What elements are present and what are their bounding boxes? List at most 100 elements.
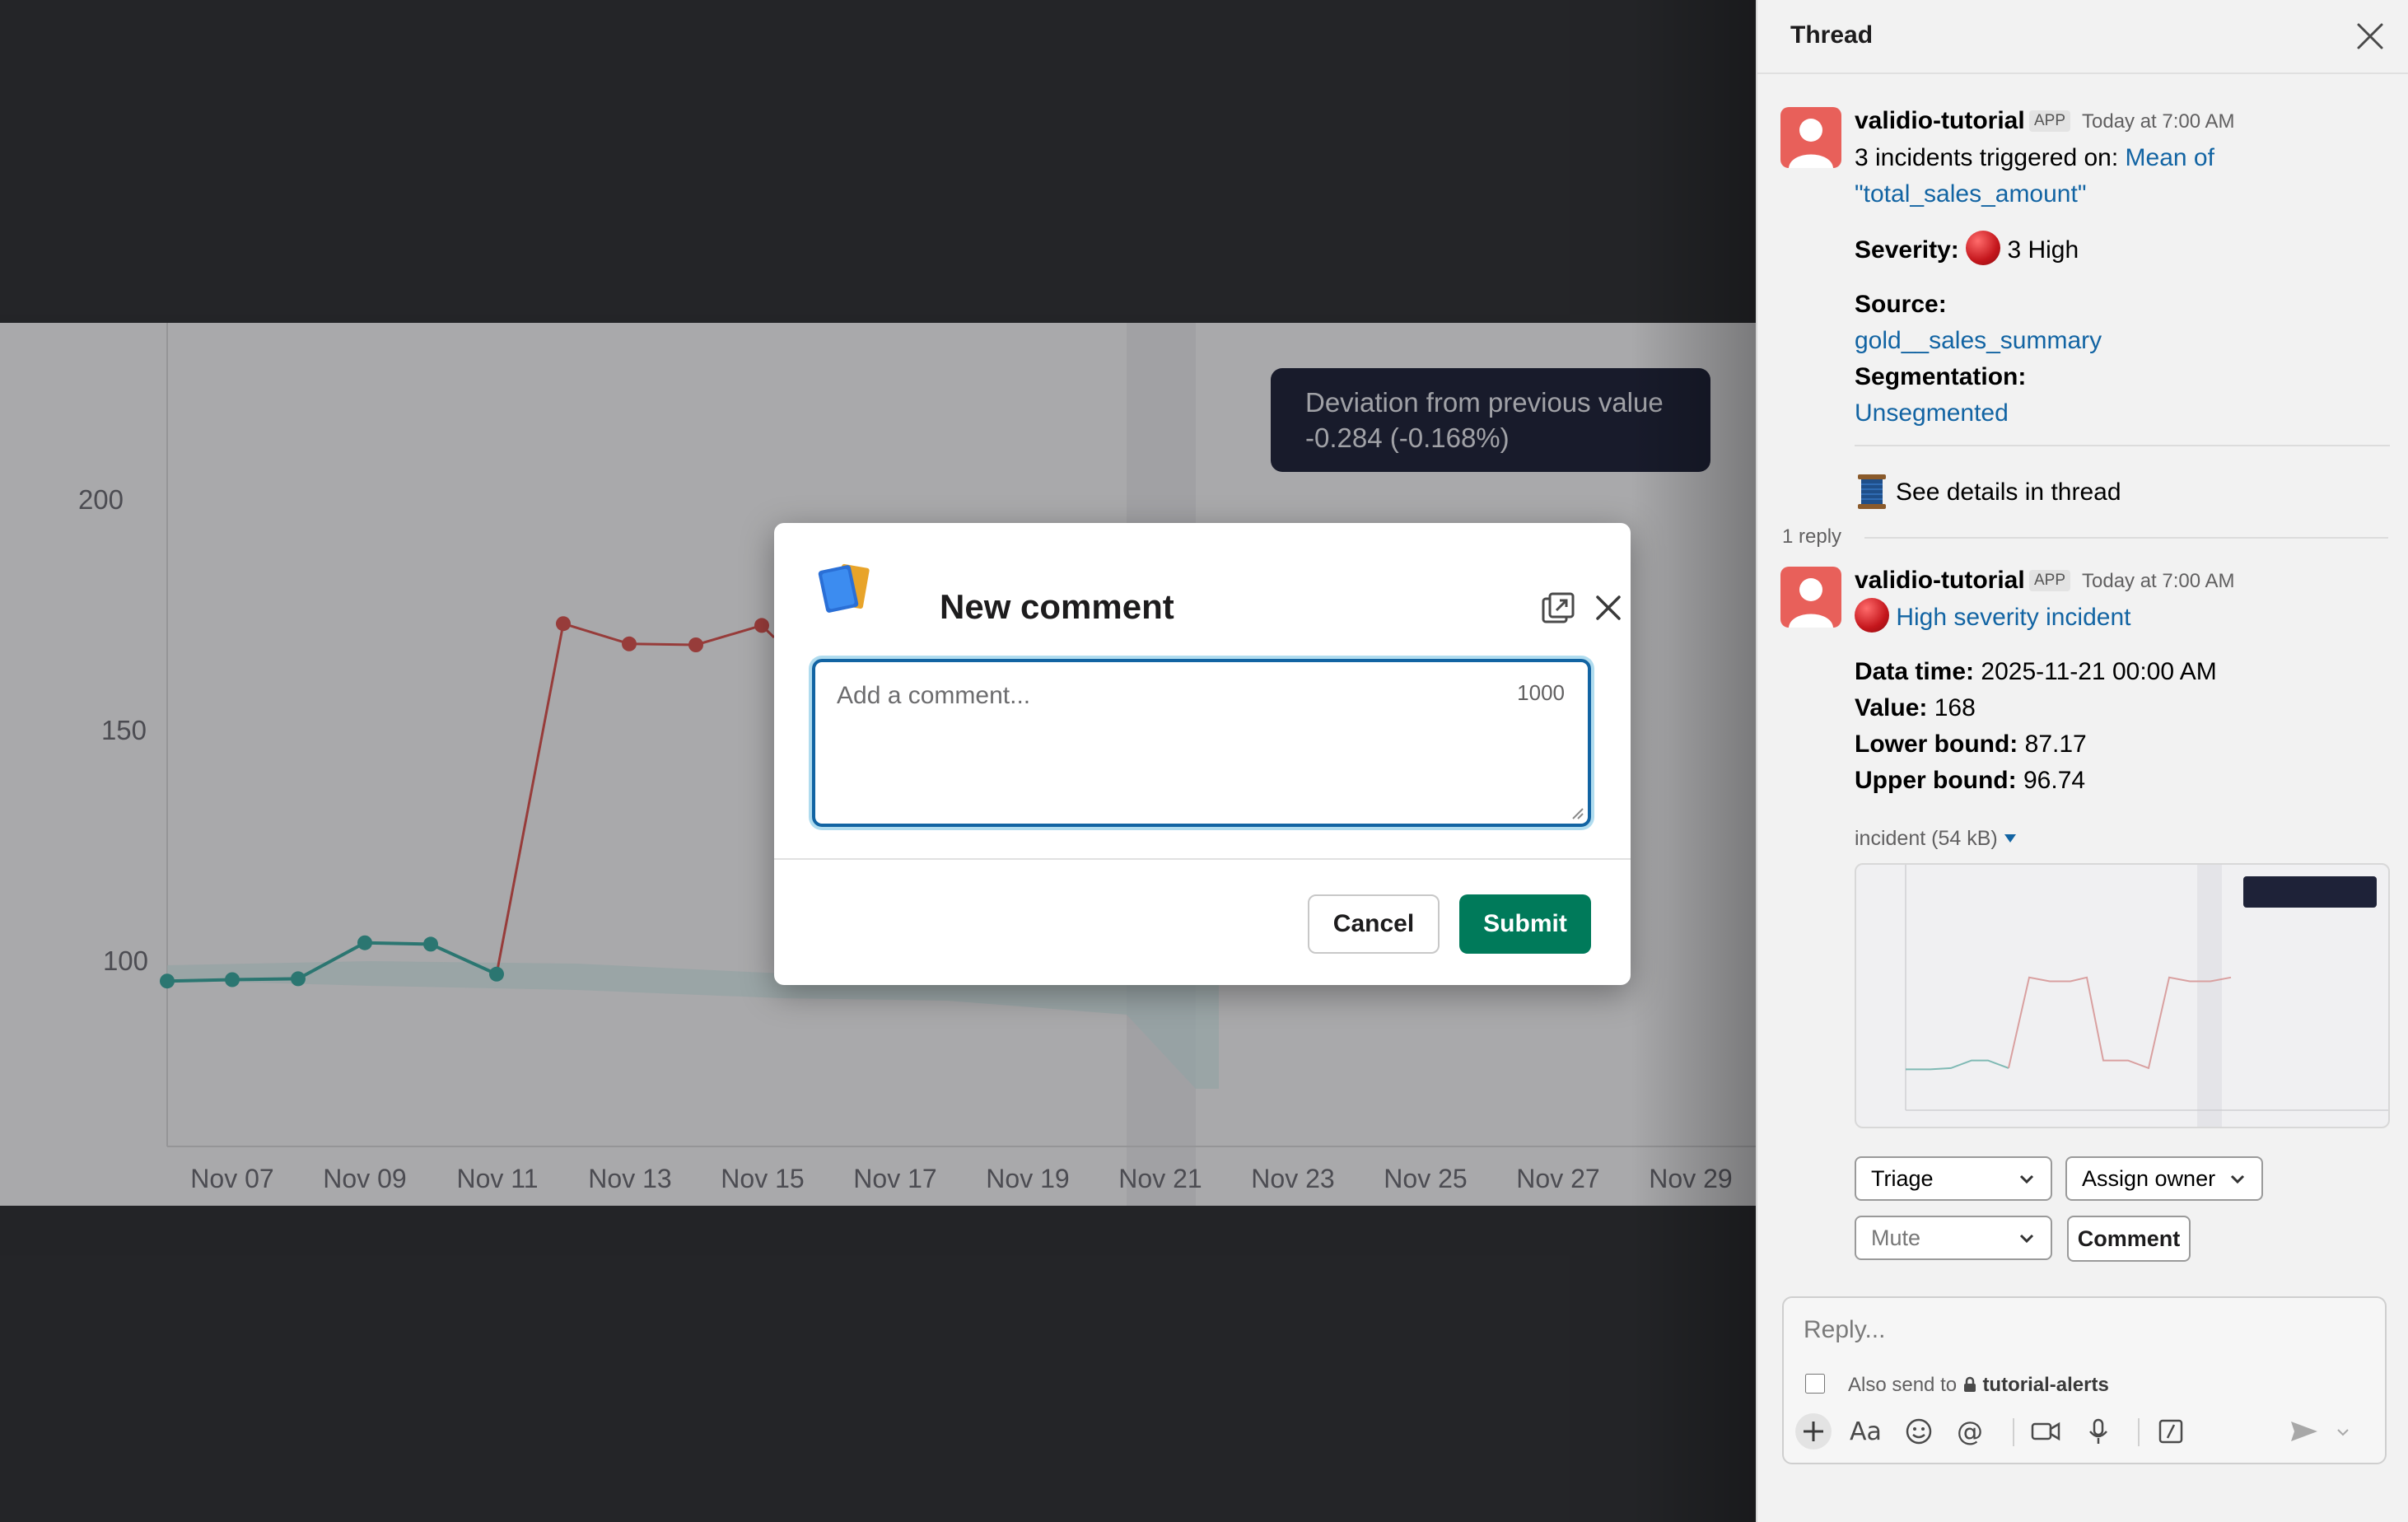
mention-button[interactable]: @ <box>1953 1413 1990 1450</box>
source-link[interactable]: gold__sales_summary <box>1855 323 2102 359</box>
modal-divider <box>774 858 1631 860</box>
incident-preview-image[interactable] <box>1855 863 2390 1128</box>
data-points <box>160 616 769 989</box>
also-send-checkbox[interactable] <box>1805 1374 1825 1394</box>
mute-label: Mute <box>1871 1226 1921 1250</box>
send-button[interactable] <box>2286 1413 2322 1450</box>
lock-icon <box>1963 1376 1976 1392</box>
preview-chart <box>1905 865 2388 1127</box>
resize-grip-icon[interactable] <box>1568 804 1584 820</box>
segmentation-link[interactable]: Unsegmented <box>1855 395 2009 432</box>
chevron-down-icon <box>2230 1174 2245 1184</box>
incident-headline: High severity incident <box>1855 598 2130 636</box>
lower-bound-row: Lower bound: 87.17 <box>1855 726 2087 763</box>
normal-data-point <box>357 935 372 950</box>
reply-input[interactable] <box>1802 1311 2365 1349</box>
message-sender[interactable]: validio-tutorial <box>1855 107 2025 135</box>
tooltip-line-1: Deviation from previous value <box>1305 387 1664 418</box>
value-row: Value: 168 <box>1855 690 1976 726</box>
avatar[interactable] <box>1780 567 1841 628</box>
value-label: Value: <box>1855 694 1928 721</box>
upper-bound-row: Upper bound: 96.74 <box>1855 763 2085 799</box>
reply-divider <box>1864 537 2388 539</box>
app-badge: APP <box>2029 570 2071 591</box>
x-tick-label: Nov 15 <box>721 1164 804 1193</box>
attachment-toggle[interactable]: incident (54 kB) <box>1855 820 2017 857</box>
reply-composer: Also send to tutorial-alerts Aa @ <box>1782 1296 2387 1464</box>
microphone-icon <box>2089 1418 2107 1444</box>
submit-button[interactable]: Submit <box>1459 894 1591 954</box>
send-options-button[interactable] <box>2331 1413 2355 1450</box>
formatting-button[interactable]: Aa <box>1848 1413 1884 1450</box>
normal-data-point <box>160 973 175 989</box>
data-time-label: Data time: <box>1855 658 1975 685</box>
emoji-button[interactable] <box>1901 1413 1937 1450</box>
x-tick-label: Nov 25 <box>1384 1164 1467 1193</box>
slash-command-button[interactable] <box>2153 1413 2189 1450</box>
anomaly-data-point <box>754 618 769 633</box>
assign-owner-select[interactable]: Assign owner <box>2065 1156 2263 1201</box>
x-tick-label: Nov 17 <box>853 1164 936 1193</box>
y-tick-150: 150 <box>101 715 147 745</box>
severity-row: Severity: 3 High <box>1855 231 2079 268</box>
cancel-button[interactable]: Cancel <box>1308 894 1440 954</box>
chart-tooltip: Deviation from previous value -0.284 (-0… <box>1271 368 1710 472</box>
attachment-label: incident (54 kB) <box>1855 827 1998 850</box>
divider <box>1855 445 2390 446</box>
reply-count[interactable]: 1 reply <box>1782 519 1841 555</box>
popout-icon[interactable] <box>1540 591 1576 627</box>
audio-button[interactable] <box>2080 1413 2116 1450</box>
also-send-prefix: Also send to <box>1848 1374 1958 1396</box>
y-tick-200: 200 <box>78 484 124 515</box>
x-tick-label: Nov 09 <box>323 1164 406 1193</box>
chevron-down-icon <box>2337 1429 2349 1436</box>
chevron-down-icon <box>2019 1174 2034 1184</box>
anomaly-data-point <box>556 616 571 632</box>
x-tick-label: Nov 19 <box>986 1164 1069 1193</box>
x-tick-label: Nov 29 <box>1649 1164 1732 1193</box>
see-details-link[interactable]: See details in thread <box>1896 474 2121 511</box>
book-icon <box>818 563 870 613</box>
avatar[interactable] <box>1780 107 1841 168</box>
plus-icon <box>1804 1422 1823 1441</box>
also-send-label: Also send to tutorial-alerts <box>1848 1374 2109 1397</box>
close-icon[interactable] <box>2355 21 2385 51</box>
upper-bound-value: 96.74 <box>2023 767 2086 794</box>
assign-owner-label: Assign owner <box>2082 1166 2216 1191</box>
normal-data-point <box>489 966 504 982</box>
spool-icon <box>1858 474 1886 509</box>
comment-input[interactable] <box>835 680 1481 807</box>
message-timestamp[interactable]: Today at 7:00 AM <box>2082 570 2234 593</box>
upper-bound-label: Upper bound: <box>1855 767 2017 794</box>
metric-link[interactable]: Mean of <box>2126 144 2214 171</box>
normal-data-point <box>423 936 438 952</box>
red-circle-icon <box>1855 598 1889 633</box>
chevron-down-icon <box>2019 1234 2034 1244</box>
value-value: 168 <box>1934 694 1976 721</box>
severity-label: Severity: <box>1855 236 1959 264</box>
lower-bound-value: 87.17 <box>2024 731 2087 758</box>
message-timestamp[interactable]: Today at 7:00 AM <box>2082 110 2234 133</box>
emoji-icon <box>1906 1418 1932 1445</box>
attach-button[interactable] <box>1795 1413 1832 1450</box>
modal-header: New comment <box>814 554 1621 626</box>
tooltip-line-2: -0.284 (-0.168%) <box>1305 423 1510 453</box>
thread-header: Thread <box>1757 0 2408 74</box>
normal-data-point <box>291 971 306 987</box>
x-tick-label: Nov 13 <box>588 1164 671 1193</box>
comment-button[interactable]: Comment <box>2067 1216 2191 1262</box>
slash-command-icon <box>2158 1419 2183 1444</box>
mute-select[interactable]: Mute <box>1855 1216 2052 1260</box>
close-icon[interactable] <box>1591 591 1626 625</box>
triage-select[interactable]: Triage <box>1855 1156 2052 1201</box>
incident-link[interactable]: High severity incident <box>1896 604 2130 631</box>
triage-label: Triage <box>1871 1166 1934 1191</box>
message-sender[interactable]: validio-tutorial <box>1855 567 2025 595</box>
severity-value: 3 High <box>2007 236 2079 264</box>
anomaly-data-point <box>622 636 637 651</box>
metric-link-continued[interactable]: "total_sales_amount" <box>1855 176 2086 212</box>
channel-name: tutorial-alerts <box>1982 1374 2109 1396</box>
text-format-icon: Aa <box>1850 1417 1882 1446</box>
video-button[interactable] <box>2028 1413 2064 1450</box>
send-icon <box>2291 1422 2317 1441</box>
